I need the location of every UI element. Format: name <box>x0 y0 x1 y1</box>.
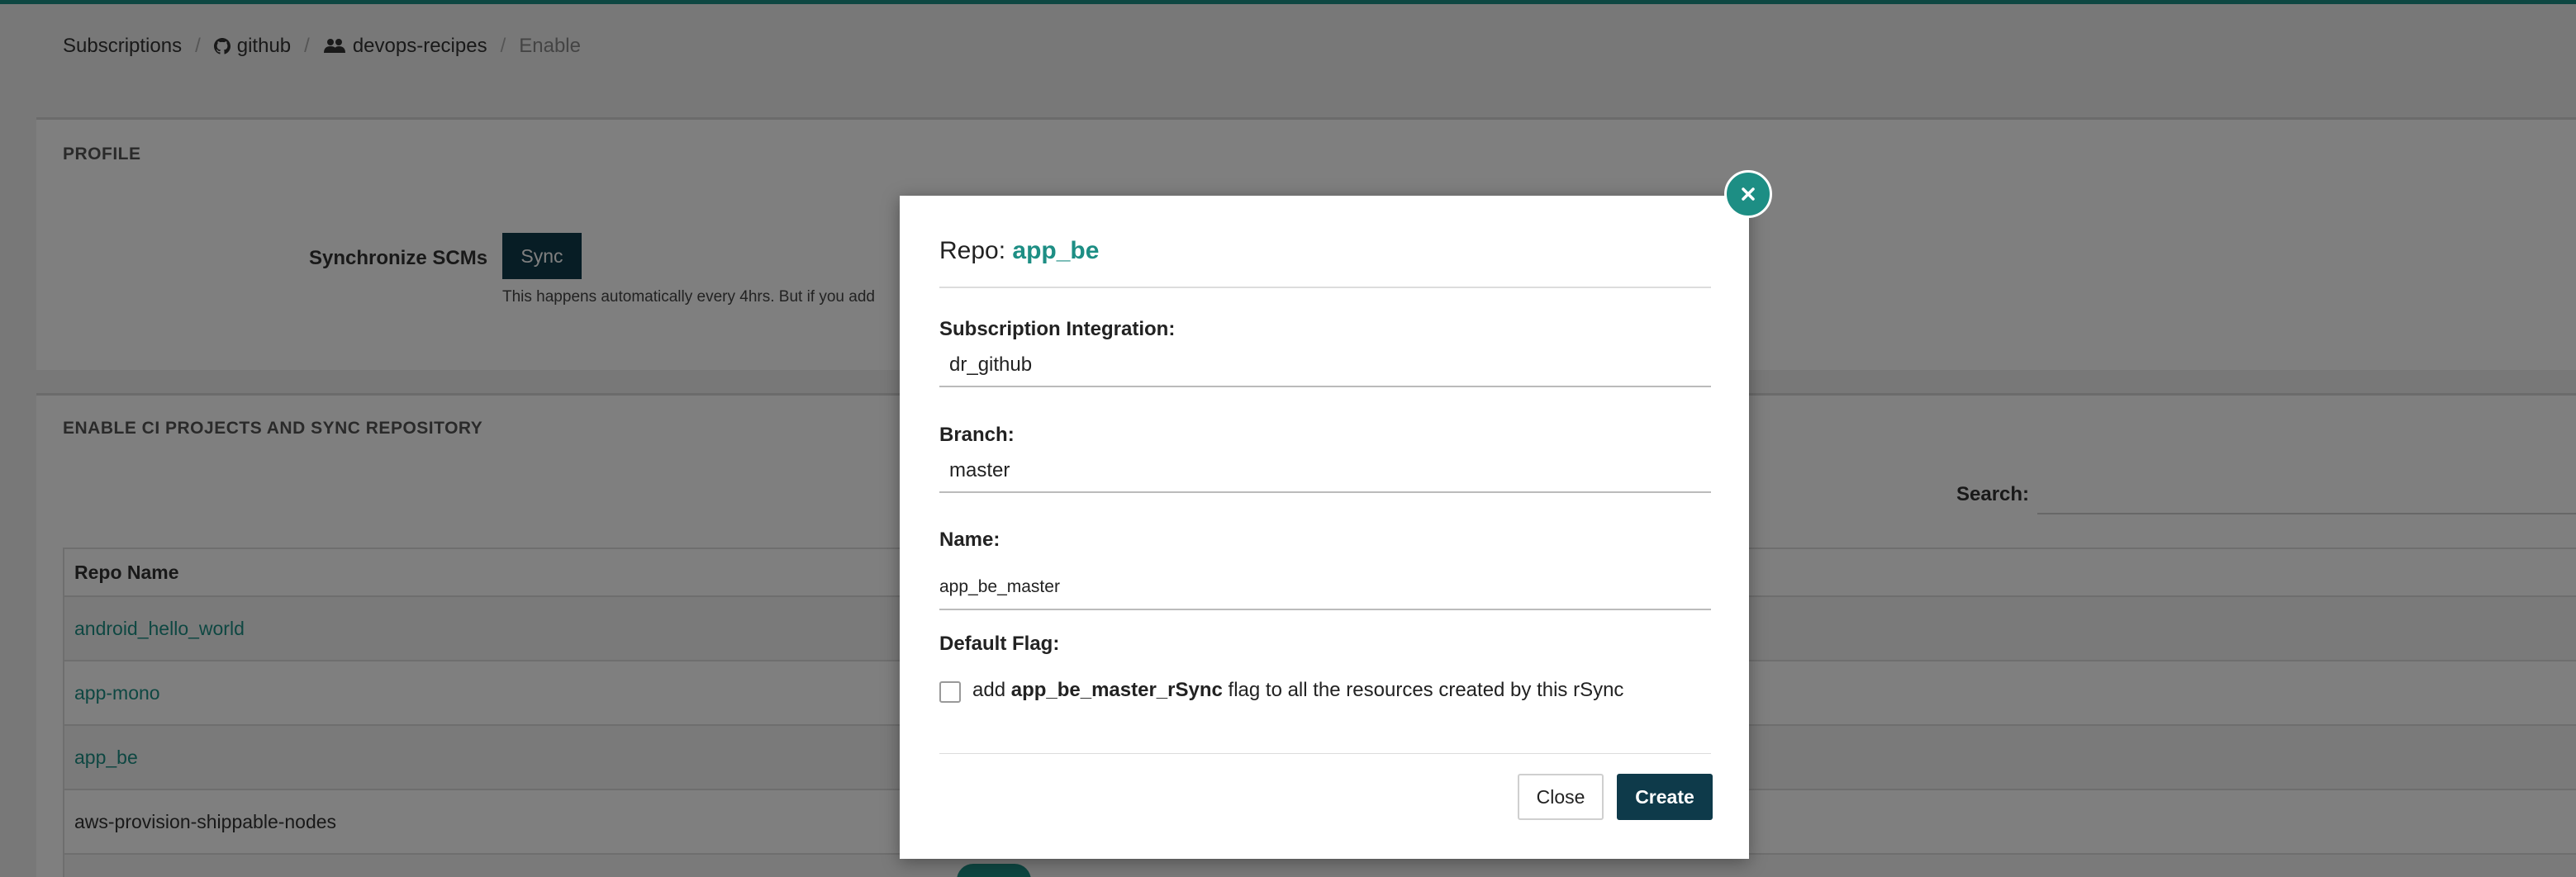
default-flag-label: Default Flag: <box>939 633 1060 655</box>
default-flag-text: add app_be_master_rSync flag to all the … <box>972 679 1623 702</box>
branch-label: Branch: <box>939 424 1015 446</box>
default-flag-checkbox[interactable] <box>939 681 961 703</box>
modal-title-prefix: Repo: <box>939 237 1006 264</box>
close-button[interactable]: Close <box>1518 774 1604 820</box>
name-field[interactable] <box>939 566 1711 610</box>
repo-modal: Repo: app_be Subscription Integration: B… <box>900 196 1749 859</box>
name-label: Name: <box>939 529 1000 551</box>
modal-close-icon-button[interactable] <box>1724 170 1772 218</box>
close-icon <box>1742 187 1755 201</box>
flag-name: app_be_master_rSync <box>1010 679 1223 701</box>
modal-repo-name: app_be <box>1012 237 1100 264</box>
divider <box>939 287 1711 288</box>
create-button[interactable]: Create <box>1617 774 1713 820</box>
flag-prefix: add <box>972 679 1006 701</box>
integration-field[interactable] <box>939 344 1711 387</box>
modal-title: Repo: app_be <box>939 237 1099 265</box>
divider <box>939 753 1711 754</box>
flag-suffix: flag to all the resources created by thi… <box>1228 679 1624 701</box>
integration-label: Subscription Integration: <box>939 318 1176 340</box>
branch-field[interactable] <box>939 450 1711 493</box>
